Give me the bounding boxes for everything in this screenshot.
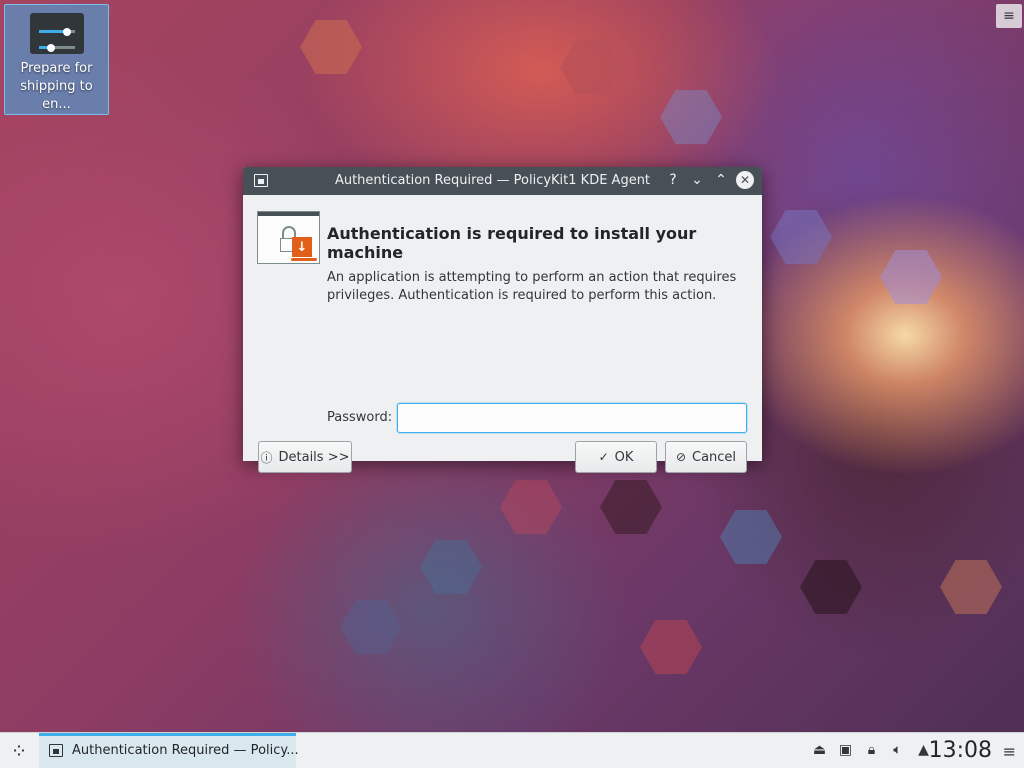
cancel-button[interactable]: ⊘ Cancel <box>665 441 747 473</box>
lock-icon[interactable]: 🔒︎ <box>863 741 880 759</box>
checkmark-icon: ✓ <box>598 450 609 464</box>
wallpaper-hexagon <box>720 510 782 564</box>
clock[interactable]: 13:08 <box>929 738 992 763</box>
maximize-button[interactable]: ⌃ <box>712 171 730 189</box>
wallpaper-hexagon <box>300 20 362 74</box>
help-button[interactable]: ? <box>664 171 682 189</box>
desktop-icon-prepare-shipping[interactable]: Prepare for shipping to en... <box>4 4 109 115</box>
dialog-titlebar[interactable]: Authentication Required — PolicyKit1 KDE… <box>243 167 762 195</box>
details-button-label: Details >> <box>278 449 350 465</box>
system-tray: ⏏ ▣ 🔒︎ 🔈︎ ▲ <box>811 741 932 759</box>
password-field[interactable] <box>397 403 747 433</box>
ok-button-label: OK <box>614 449 634 465</box>
wallpaper-hexagon <box>420 540 482 594</box>
volume-icon[interactable]: 🔈︎ <box>889 741 906 759</box>
lock-download-icon: ↓ <box>257 211 320 264</box>
close-button[interactable]: ✕ <box>736 171 754 189</box>
cancel-button-label: Cancel <box>692 449 737 465</box>
panel-menu-icon[interactable]: ≡ <box>1003 742 1016 761</box>
wallpaper-hexagon <box>940 560 1002 614</box>
wallpaper-hexagon <box>500 480 562 534</box>
wallpaper-hexagon <box>770 210 832 264</box>
usb-icon[interactable]: ⏏ <box>811 741 828 759</box>
wallpaper-hexagon <box>660 90 722 144</box>
task-label: Authentication Required — Policy... <box>72 743 299 758</box>
details-button[interactable]: ⓘ Details >> <box>258 441 352 473</box>
taskbar: ⁘ Authentication Required — Policy... ⏏ … <box>0 732 1024 768</box>
kde-launcher-icon[interactable]: ⁘ <box>6 738 32 764</box>
sliders-icon <box>29 13 84 54</box>
wallpaper-hexagon <box>640 620 702 674</box>
task-active-indicator <box>39 733 296 736</box>
dialog-description: An application is attempting to perform … <box>327 270 737 303</box>
wallpaper-hexagon <box>600 480 662 534</box>
task-item-auth-dialog[interactable]: Authentication Required — Policy... <box>39 733 299 768</box>
desktop-icon-label: Prepare for shipping to en... <box>20 61 93 112</box>
titlebar-buttons: ? ⌄ ⌃ ✕ <box>664 171 754 189</box>
ok-button[interactable]: ✓ OK <box>575 441 657 473</box>
wallpaper-hexagon <box>800 560 862 614</box>
window-icon <box>49 744 63 757</box>
network-icon[interactable]: ▣ <box>837 741 854 759</box>
cancel-icon: ⊘ <box>675 450 686 464</box>
wallpaper-hexagon <box>340 600 402 654</box>
dialog-heading: Authentication is required to install yo… <box>327 224 697 262</box>
password-label: Password: <box>327 410 393 425</box>
wallpaper-hexagon <box>880 250 942 304</box>
auth-dialog: Authentication Required — PolicyKit1 KDE… <box>243 167 762 473</box>
minimize-button[interactable]: ⌄ <box>688 171 706 189</box>
info-icon: ⓘ <box>260 450 273 465</box>
dialog-content: ↓ Authentication is required to install … <box>243 195 762 473</box>
wallpaper-hexagon <box>560 40 622 94</box>
desktop-toolbox-menu-icon[interactable]: ≡ <box>996 4 1022 28</box>
